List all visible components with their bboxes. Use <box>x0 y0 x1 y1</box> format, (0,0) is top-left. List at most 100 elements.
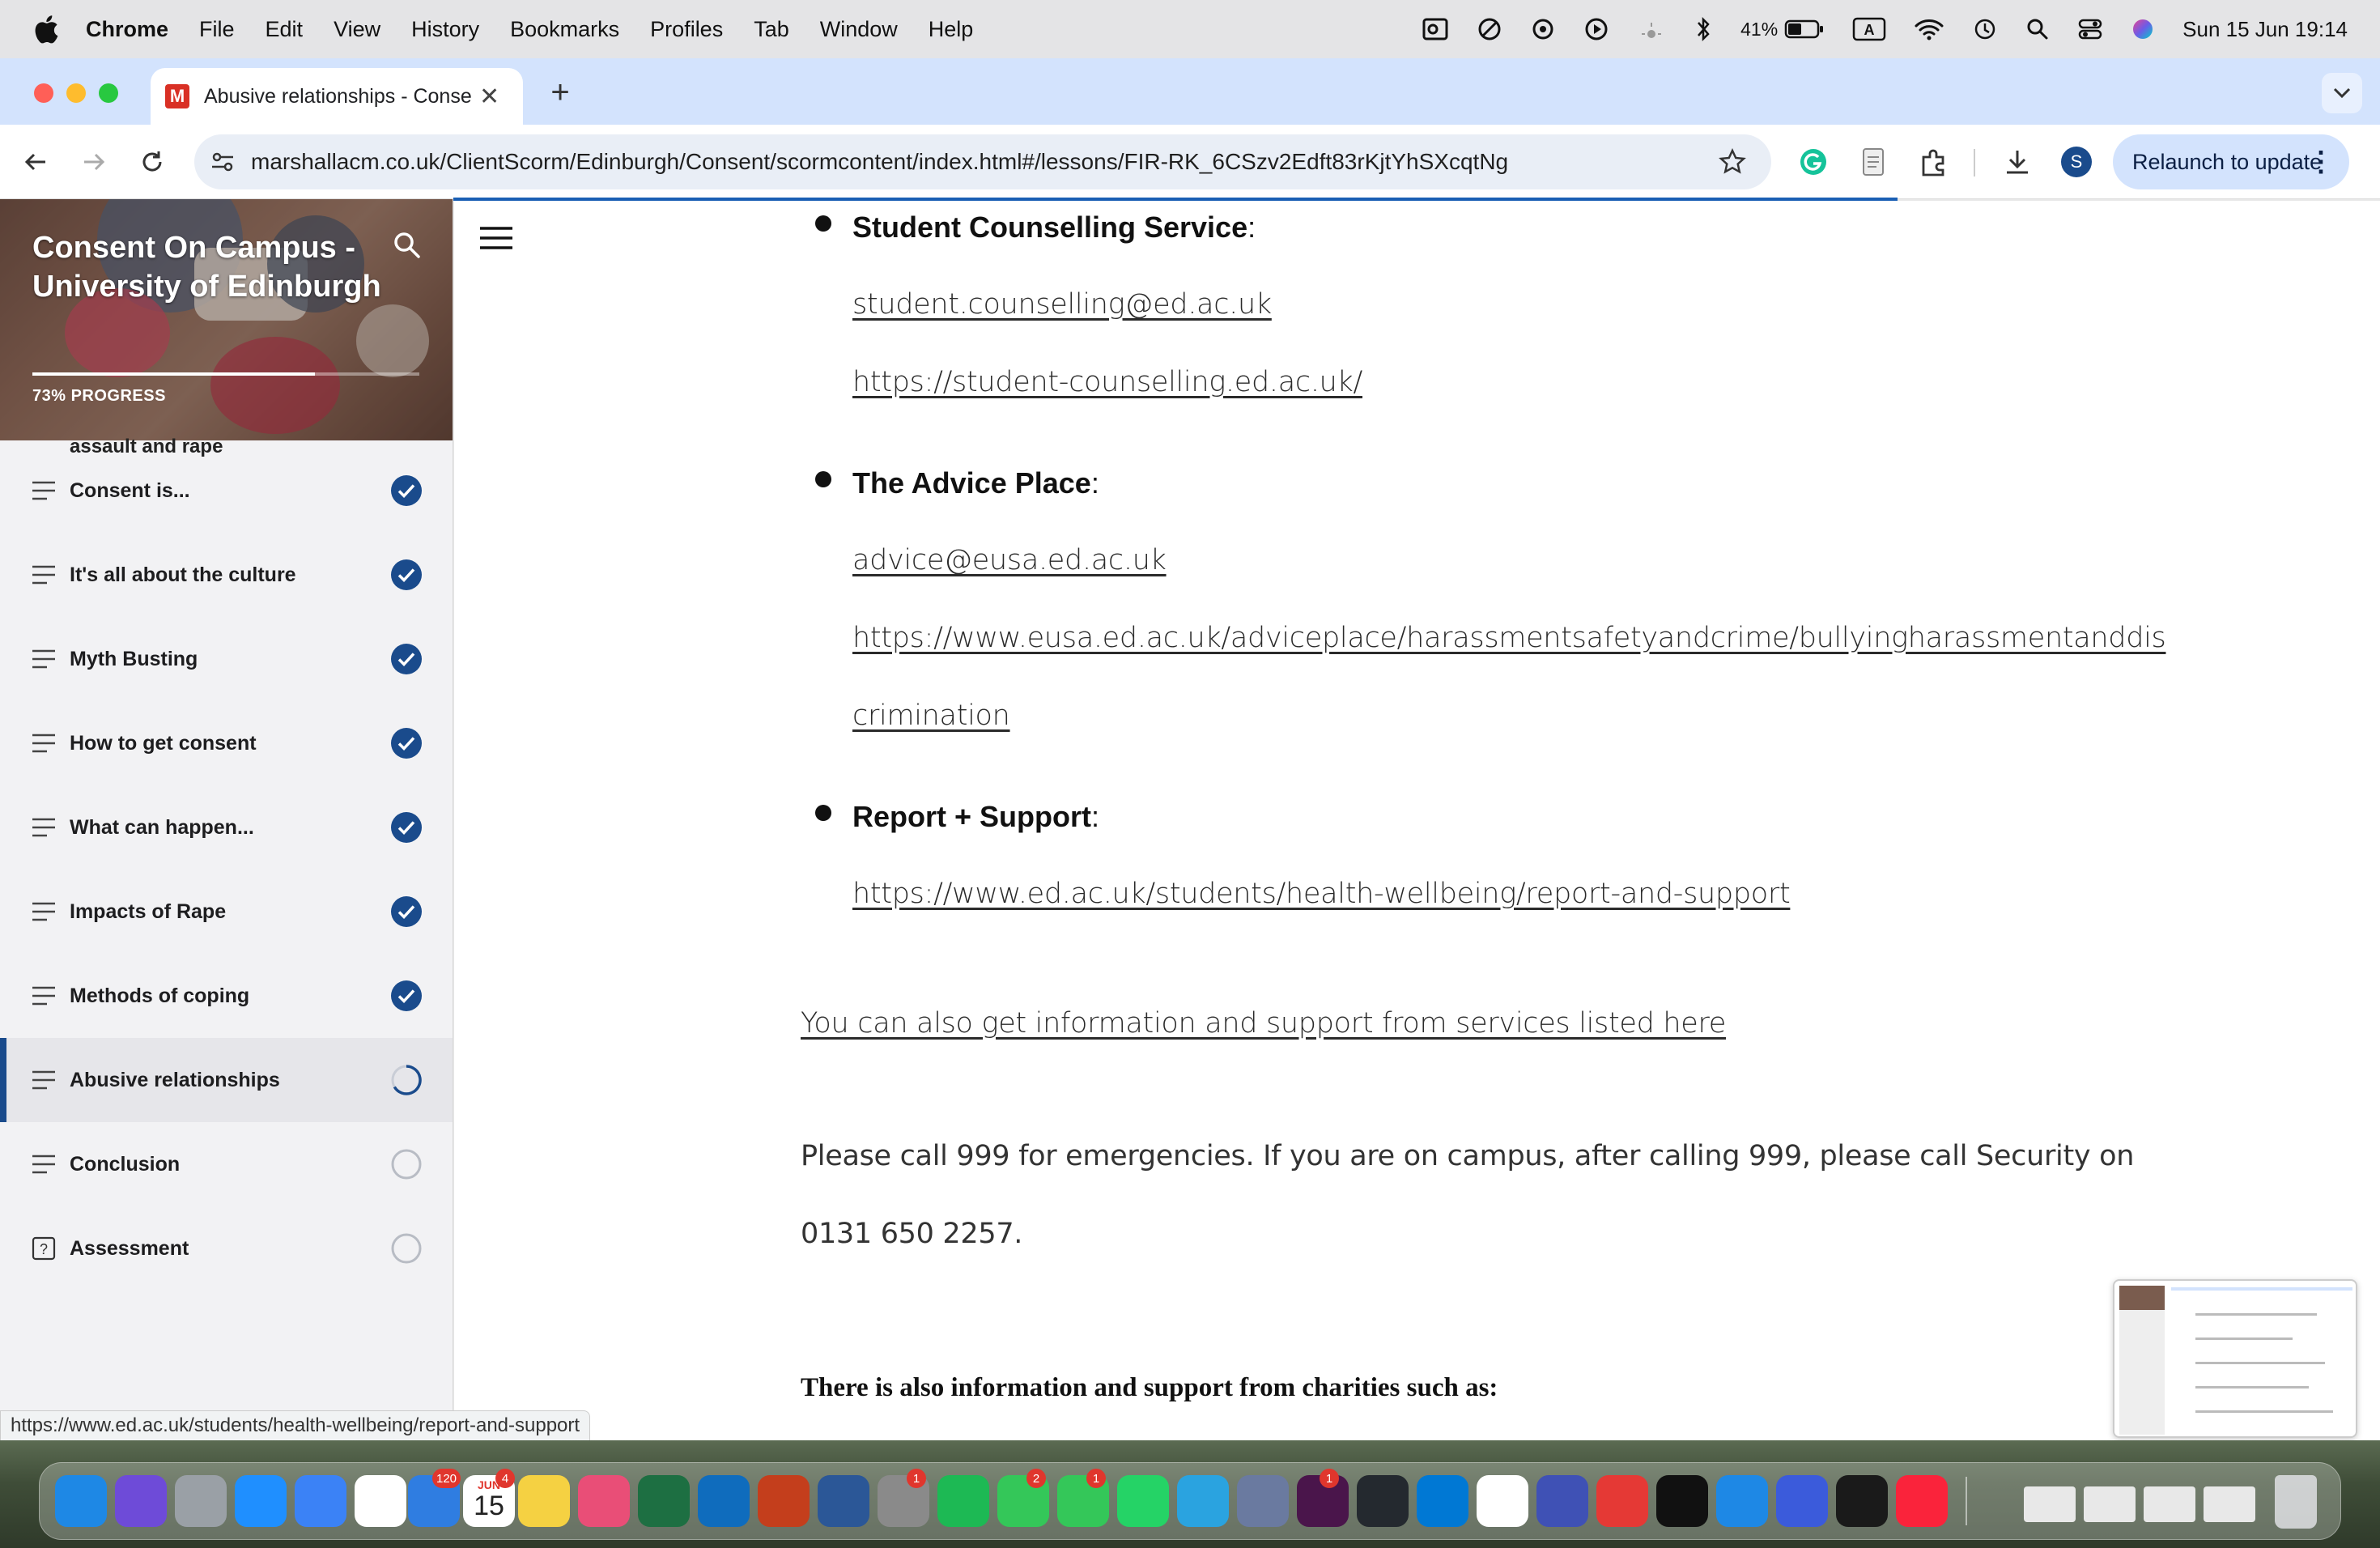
browser-tab-active[interactable]: M Abusive relationships - Consent On Cam… <box>151 68 523 125</box>
relaunch-to-update-button[interactable]: Relaunch to update ⋮ <box>2113 134 2349 189</box>
check-circle-icon <box>391 728 422 759</box>
back-button[interactable] <box>18 144 53 180</box>
dock-app-icon[interactable] <box>1536 1475 1588 1527</box>
menu-history[interactable]: History <box>411 17 479 42</box>
dock-app-icon[interactable] <box>698 1475 750 1527</box>
menu-edit[interactable]: Edit <box>266 17 304 42</box>
bluetooth-icon[interactable] <box>1694 15 1713 43</box>
dock-app-icon[interactable] <box>1836 1475 1888 1527</box>
grammarly-extension-icon[interactable] <box>1797 146 1830 178</box>
service-email-link[interactable]: advice@eusa.ed.ac.uk <box>852 544 1167 576</box>
profile-avatar[interactable]: S <box>2061 147 2092 177</box>
dock-app-icon[interactable] <box>1177 1475 1229 1527</box>
outlook-status-icon[interactable] <box>1422 15 1449 43</box>
service-web-link[interactable]: https://www.ed.ac.uk/students/health-wel… <box>852 878 1791 910</box>
tab-close-icon[interactable]: ✕ <box>479 83 499 111</box>
reader-mode-icon[interactable] <box>1857 146 1889 178</box>
battery-indicator[interactable]: 41% <box>1740 19 1825 40</box>
dock-app-icon[interactable] <box>638 1475 690 1527</box>
dock-minimized-window[interactable] <box>2024 1486 2076 1522</box>
menubar-clock[interactable]: Sun 15 Jun 19:14 <box>2182 17 2348 42</box>
trash-icon[interactable] <box>2275 1475 2317 1529</box>
dock-app-icon[interactable] <box>235 1475 287 1527</box>
search-icon[interactable] <box>392 230 423 261</box>
dock-app-icon[interactable] <box>1776 1475 1828 1527</box>
spotlight-search-icon[interactable] <box>2025 17 2050 41</box>
dock-app-icon[interactable] <box>818 1475 869 1527</box>
wifi-icon[interactable] <box>1914 17 1944 41</box>
dock-app-icon[interactable] <box>1896 1475 1948 1527</box>
reload-button[interactable] <box>134 144 170 180</box>
site-info-icon[interactable] <box>209 148 236 176</box>
chatgpt-status-icon[interactable] <box>1530 16 1556 42</box>
sidebar-lesson-item[interactable]: ? Assessment <box>0 1206 453 1291</box>
sidebar-lesson-item[interactable]: What can happen... <box>0 785 453 870</box>
dock-app-icon[interactable] <box>1237 1475 1289 1527</box>
extensions-puzzle-icon[interactable] <box>1917 146 1949 178</box>
brightness-status-icon[interactable] <box>1637 16 1666 42</box>
siri-icon[interactable] <box>2131 17 2155 41</box>
sidebar-lesson-item[interactable]: It's all about the culture <box>0 533 453 617</box>
dock-app-icon[interactable] <box>175 1475 227 1527</box>
new-tab-button[interactable]: + <box>542 74 578 111</box>
dock-app-icon[interactable] <box>1117 1475 1169 1527</box>
play-status-icon[interactable] <box>1583 16 1609 42</box>
bookmark-star-icon[interactable] <box>1718 147 1747 176</box>
calendar-badge: 4 <box>495 1469 515 1488</box>
sidebar-lesson-item[interactable]: How to get consent <box>0 701 453 785</box>
sidebar-lesson-item[interactable]: Myth Busting <box>0 617 453 701</box>
menu-tab[interactable]: Tab <box>754 17 789 42</box>
window-minimize-button[interactable] <box>66 83 86 103</box>
kebab-menu-icon[interactable]: ⋮ <box>2307 146 2335 178</box>
service-email-link[interactable]: student.counselling@ed.ac.uk <box>852 288 1272 321</box>
menu-bookmarks[interactable]: Bookmarks <box>510 17 619 42</box>
dock-app-icon[interactable] <box>1417 1475 1468 1527</box>
window-close-button[interactable] <box>34 83 53 103</box>
dock-app-icon[interactable] <box>578 1475 630 1527</box>
sidebar-lesson-label: Myth Busting <box>70 647 198 670</box>
menu-help[interactable]: Help <box>929 17 974 42</box>
service-web-link[interactable]: https://student-counselling.ed.ac.uk/ <box>852 366 1362 398</box>
apple-logo-icon[interactable] <box>31 13 60 45</box>
tab-search-button[interactable] <box>2322 73 2362 113</box>
sidebar-lesson-item[interactable]: Methods of coping <box>0 954 453 1038</box>
input-source-icon[interactable]: A <box>1852 16 1886 42</box>
sidebar-lesson-item[interactable]: Impacts of Rape <box>0 870 453 954</box>
dock-app-icon[interactable] <box>1716 1475 1768 1527</box>
menu-window[interactable]: Window <box>820 17 898 42</box>
forward-button[interactable] <box>76 144 112 180</box>
dock-app-icon[interactable] <box>115 1475 167 1527</box>
dock-app-icon[interactable] <box>758 1475 810 1527</box>
sidebar-lesson-item[interactable]: Abusive relationships <box>0 1038 453 1122</box>
dock-app-icon[interactable] <box>1477 1475 1528 1527</box>
focus-status-icon[interactable] <box>1477 16 1502 42</box>
dock-app-icon[interactable] <box>355 1475 406 1527</box>
dock-app-icon[interactable] <box>55 1475 107 1527</box>
dock-minimized-window[interactable] <box>2204 1486 2255 1522</box>
lesson-content: Student Counselling Service: student.cou… <box>454 201 2380 1440</box>
menu-app-name[interactable]: Chrome <box>86 17 168 42</box>
menu-view[interactable]: View <box>334 17 380 42</box>
dock-app-icon[interactable] <box>1357 1475 1409 1527</box>
menu-file[interactable]: File <box>199 17 235 42</box>
dock-app-icon[interactable] <box>1596 1475 1648 1527</box>
dock-minimized-window[interactable] <box>2084 1486 2136 1522</box>
menu-hamburger-icon[interactable] <box>478 223 514 253</box>
screenshot-thumbnail-preview[interactable] <box>2113 1279 2357 1438</box>
sidebar-lesson-item[interactable]: Consent is... <box>0 449 453 533</box>
dock-app-icon[interactable] <box>518 1475 570 1527</box>
address-bar[interactable]: marshallacm.co.uk/ClientScorm/Edinburgh/… <box>194 134 1771 189</box>
dock-minimized-window[interactable] <box>2144 1486 2195 1522</box>
control-center-icon[interactable] <box>2077 17 2103 41</box>
service-web-link[interactable]: https://www.eusa.ed.ac.uk/adviceplace/ha… <box>852 622 2166 654</box>
sidebar-lesson-item[interactable]: Conclusion <box>0 1122 453 1206</box>
window-zoom-button[interactable] <box>99 83 118 103</box>
download-icon[interactable] <box>2001 146 2034 178</box>
dock-app-icon[interactable] <box>1656 1475 1708 1527</box>
more-services-link[interactable]: You can also get information and support… <box>801 1007 1726 1040</box>
time-machine-icon[interactable] <box>1972 16 1998 42</box>
service-web-link-continued[interactable]: crimination <box>852 700 1010 732</box>
dock-app-icon[interactable] <box>295 1475 346 1527</box>
dock-app-icon[interactable] <box>937 1475 989 1527</box>
menu-profiles[interactable]: Profiles <box>650 17 723 42</box>
